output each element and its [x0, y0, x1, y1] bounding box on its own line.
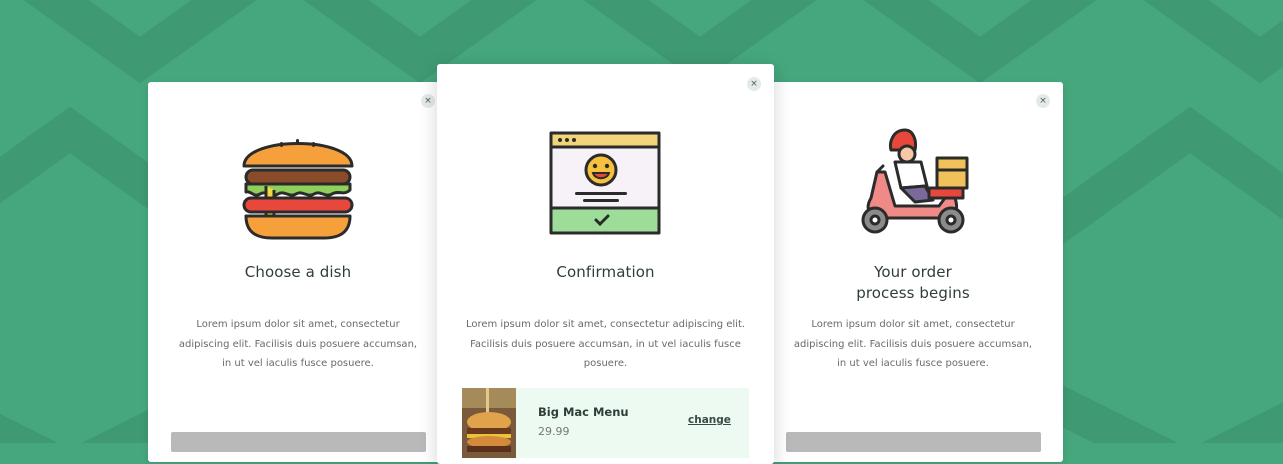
step-card-order-process: × Your order process begins Lorem ipsum …: [763, 82, 1063, 462]
order-summary: Big Mac Menu 29.99 change: [462, 388, 749, 458]
delivery-scooter-icon: [861, 128, 969, 234]
change-link[interactable]: change: [688, 414, 731, 426]
step-description: Lorem ipsum dolor sit amet, consectetur …: [178, 319, 418, 369]
step-card-choose-dish: × Choose a dish Lorem ipsum dolor sit am…: [148, 82, 448, 462]
step-card-confirmation: × Confirmation Lorem ipsum dolor sit ame…: [437, 64, 774, 464]
close-icon[interactable]: ×: [747, 77, 761, 91]
step-action-button[interactable]: [171, 432, 426, 452]
step-title-line-1: Your order: [874, 263, 952, 281]
step-description: Lorem ipsum dolor sit amet, consectetur …: [465, 319, 746, 369]
close-icon[interactable]: ×: [421, 94, 435, 108]
step-title: Your order process begins: [763, 262, 1063, 304]
step-description: Lorem ipsum dolor sit amet, consectetur …: [793, 319, 1033, 369]
menu-item-price: 29.99: [538, 425, 570, 438]
browser-smiley-icon: [549, 131, 661, 235]
step-action-button[interactable]: [786, 432, 1041, 452]
step-title: Confirmation: [556, 263, 655, 281]
burger-photo: [462, 388, 516, 458]
close-icon[interactable]: ×: [1036, 94, 1050, 108]
burger-icon: [242, 139, 354, 240]
step-title-line-2: process begins: [856, 284, 970, 302]
menu-item-name: Big Mac Menu: [538, 405, 629, 419]
step-title: Choose a dish: [244, 263, 352, 281]
